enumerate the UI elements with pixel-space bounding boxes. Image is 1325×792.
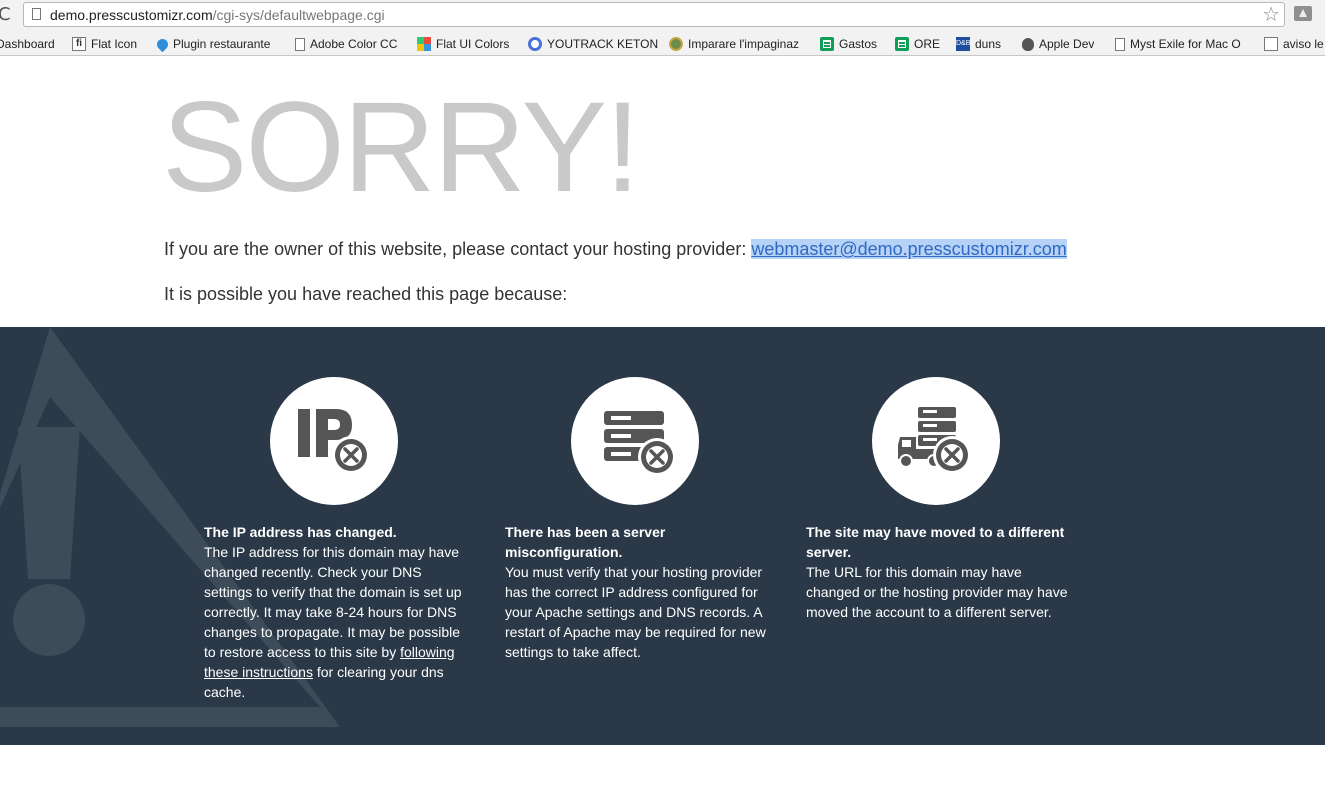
document-icon: [295, 37, 305, 51]
server-error-icon-circle: [571, 377, 699, 505]
bookmark-duns[interactable]: D&B duns: [956, 35, 1001, 53]
bookmark-label: Flat UI Colors: [436, 37, 510, 51]
duns-icon: D&B: [956, 37, 970, 51]
drive-extension-icon[interactable]: [1294, 6, 1312, 21]
spreadsheet-icon: [820, 37, 834, 51]
bookmarks-bar: Dashboard fi Flat Icon Plugin restaurante…: [0, 32, 1325, 56]
server-error-icon: [604, 411, 676, 476]
drop-icon: [154, 36, 171, 52]
spreadsheet-icon: [895, 37, 909, 51]
bookmark-label: Adobe Color CC: [310, 37, 398, 51]
bookmark-label: Apple Dev: [1039, 37, 1095, 51]
page-title: SORRY!: [162, 76, 640, 219]
document-icon: [1115, 37, 1125, 51]
bookmark-label: YOUTRACK KETON: [547, 37, 659, 51]
reason-title: The IP address has changed.: [204, 524, 397, 540]
url-host: demo.presscustomizr.com: [50, 7, 213, 23]
bookmark-label: ORE: [914, 37, 941, 51]
owner-contact-label: If you are the owner of this website, pl…: [164, 239, 752, 259]
bookmark-label: Gastos: [839, 37, 878, 51]
moved-server-error-icon: [898, 407, 971, 474]
url-text[interactable]: demo.presscustomizr.com/cgi-sys/defaultw…: [50, 7, 385, 23]
reason-card-ip-changed: The IP address has changed. The IP addre…: [204, 377, 466, 702]
color-grid-icon: [417, 37, 431, 51]
bookmark-apple-dev[interactable]: Apple Dev: [1022, 35, 1094, 53]
reasons-band: The IP address has changed. The IP addre…: [0, 327, 1325, 745]
reload-icon[interactable]: C: [0, 5, 11, 25]
webmaster-email-link[interactable]: webmaster@demo.presscustomizr.com: [751, 239, 1067, 259]
bookmark-myst-exile[interactable]: Myst Exile for Mac O: [1115, 35, 1242, 53]
reason-card-server-misconfiguration: There has been a server misconfiguration…: [505, 377, 767, 662]
bookmark-imparare[interactable]: Imparare l'impaginaz: [669, 35, 820, 53]
reason-title: The site may have moved to a different s…: [806, 524, 1065, 560]
globe-icon: [669, 37, 683, 51]
bookmark-label: Flat Icon: [91, 37, 138, 51]
apple-icon: [1022, 37, 1034, 51]
bookmark-label: Dashboard: [0, 37, 55, 51]
youtrack-icon: [528, 37, 542, 51]
bookmark-youtrack[interactable]: YOUTRACK KETON: [528, 35, 658, 53]
reason-intro: It is possible you have reached this pag…: [164, 284, 568, 304]
page-icon: [32, 8, 41, 20]
bookmark-gastos[interactable]: Gastos: [820, 35, 877, 53]
bookmark-label: duns: [975, 37, 1002, 51]
moved-server-error-icon-circle: [872, 377, 1000, 505]
bookmark-ore[interactable]: ORE: [895, 35, 940, 53]
reason-body: You must verify that your hosting provid…: [505, 564, 766, 660]
reason-body: The IP address for this domain may have …: [204, 542, 466, 702]
bookmark-plugin-restaurante[interactable]: Plugin restaurante: [154, 35, 271, 53]
bookmark-label: aviso le: [1283, 37, 1324, 51]
bookmark-dashboard[interactable]: Dashboard: [0, 35, 55, 53]
reason-body: The URL for this domain may have changed…: [806, 564, 1068, 620]
reason-body-text: The IP address for this domain may have …: [204, 544, 462, 660]
bookmark-flat-ui-colors[interactable]: Flat UI Colors: [417, 35, 509, 53]
bookmark-label: Plugin restaurante: [173, 37, 271, 51]
bookmark-aviso[interactable]: aviso le: [1264, 35, 1325, 53]
reason-card-site-moved: The site may have moved to a different s…: [806, 377, 1068, 622]
reason-title: There has been a server misconfiguration…: [505, 524, 666, 560]
flat-icon-icon: fi: [72, 37, 86, 51]
ip-error-icon: [298, 409, 370, 474]
bookmark-label: Imparare l'impaginaz: [688, 37, 800, 51]
owner-contact-text: If you are the owner of this website, pl…: [164, 238, 1067, 260]
address-bar[interactable]: demo.presscustomizr.com/cgi-sys/defaultw…: [23, 2, 1285, 27]
bookmark-flat-icon[interactable]: fi Flat Icon: [72, 35, 137, 53]
bookmark-star-icon[interactable]: ☆: [1262, 3, 1280, 25]
document-icon: [1264, 37, 1278, 51]
ip-error-icon-circle: [270, 377, 398, 505]
url-path: /cgi-sys/defaultwebpage.cgi: [212, 7, 385, 23]
bookmark-adobe-color[interactable]: Adobe Color CC: [295, 35, 397, 53]
browser-toolbar: C demo.presscustomizr.com/cgi-sys/defaul…: [0, 0, 1325, 32]
bookmark-label: Myst Exile for Mac O: [1130, 37, 1241, 51]
